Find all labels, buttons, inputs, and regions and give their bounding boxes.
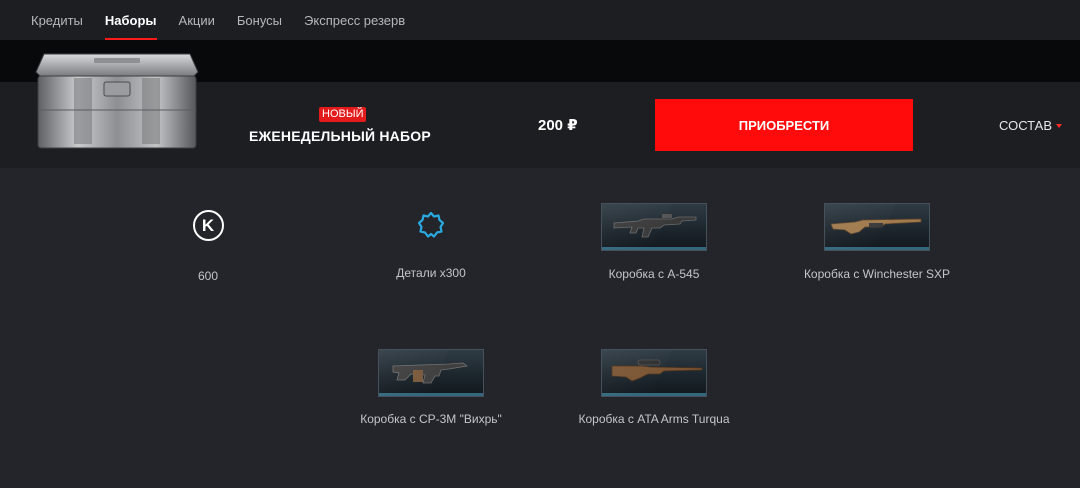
nav-tab-promotions[interactable]: Акции <box>179 0 215 40</box>
reward-item: Коробка с Winchester SXP <box>767 203 987 281</box>
nav-tab-express-reserve[interactable]: Экспресс резерв <box>304 0 405 40</box>
buy-button[interactable]: ПРИОБРЕСТИ <box>655 99 913 151</box>
sniper-box-icon <box>601 349 707 397</box>
smg-box-icon <box>378 349 484 397</box>
contents-toggle[interactable]: СОСТАВ <box>999 118 1063 133</box>
caret-down-icon <box>1056 124 1063 128</box>
reward-item: Коробка с ATA Arms Turqua <box>544 349 764 426</box>
reward-item: Коробка с А-545 <box>544 203 764 281</box>
reward-item: K 600 <box>98 210 318 283</box>
chest-icon <box>35 53 199 149</box>
reward-label: Коробка с Winchester SXP <box>803 267 951 281</box>
reward-label: Коробка с ATA Arms Turqua <box>578 412 730 426</box>
offer-price: 200 ₽ <box>538 117 578 134</box>
reward-label: Коробка с СР-3М "Вихрь" <box>360 412 502 426</box>
offer-title: ЕЖЕНЕДЕЛЬНЫЙ НАБОР <box>249 128 431 144</box>
parts-gear-icon <box>417 211 445 238</box>
nav-tab-credits[interactable]: Кредиты <box>31 0 83 40</box>
reward-label: 600 <box>197 269 219 283</box>
top-nav: Кредиты Наборы Акции Бонусы Экспресс рез… <box>0 0 1080 40</box>
reward-label: Коробка с А-545 <box>608 267 700 281</box>
rifle-box-icon <box>601 203 707 251</box>
credits-icon: K <box>192 210 224 241</box>
nav-tab-bonuses[interactable]: Бонусы <box>237 0 282 40</box>
contents-label: СОСТАВ <box>999 118 1053 133</box>
reward-item: Коробка с СР-3М "Вихрь" <box>321 349 541 426</box>
new-badge: НОВЫЙ <box>319 107 367 122</box>
shotgun-box-icon <box>824 203 930 251</box>
nav-tab-sets[interactable]: Наборы <box>104 0 157 40</box>
reward-item: Детали x300 <box>321 210 541 280</box>
reward-label: Детали x300 <box>396 266 466 280</box>
